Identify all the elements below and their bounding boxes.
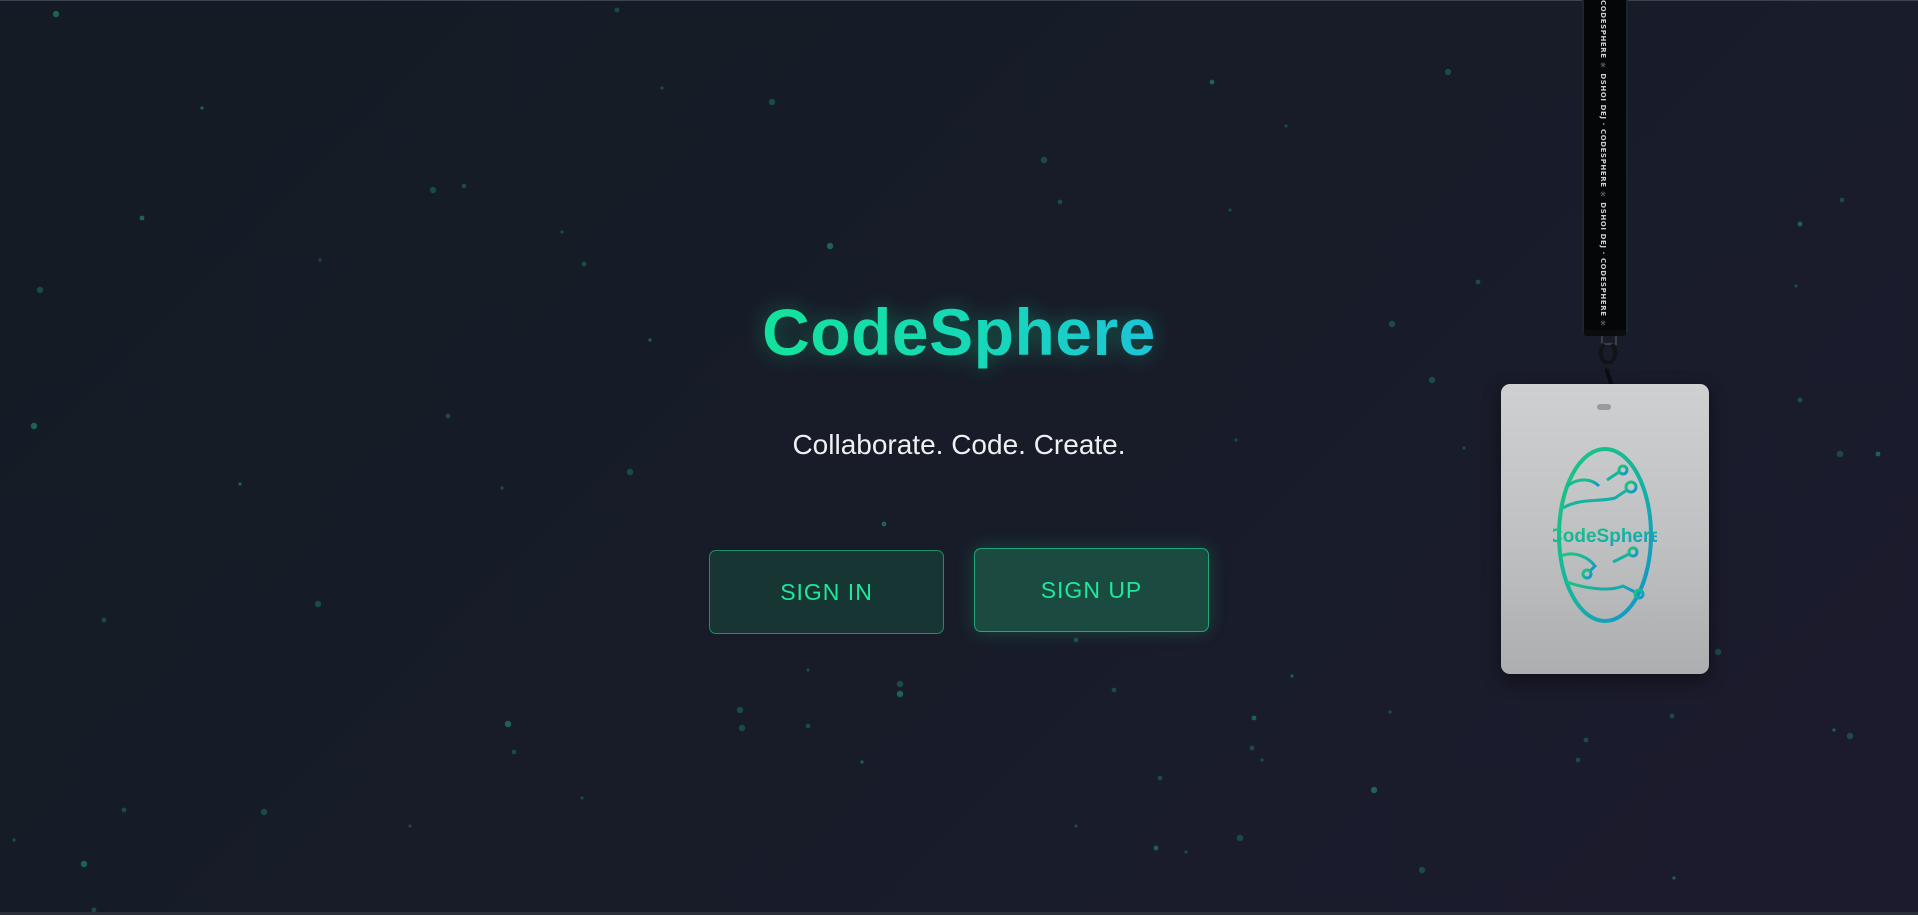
- star-dot: [806, 668, 810, 672]
- star-dot: [860, 760, 864, 764]
- star-dot: [896, 680, 904, 688]
- star-dot: [1157, 775, 1163, 781]
- star-dot: [1475, 279, 1481, 285]
- star-dot: [200, 106, 204, 110]
- star-dot: [121, 807, 127, 813]
- star-dot: [52, 10, 60, 18]
- star-dot: [80, 860, 88, 868]
- star-dot: [1153, 845, 1159, 851]
- star-dot: [500, 486, 504, 490]
- star-dot: [1797, 397, 1803, 403]
- star-dot: [1672, 876, 1676, 880]
- star-dot: [101, 617, 107, 623]
- star-dot: [580, 796, 584, 800]
- star-dot: [1669, 713, 1675, 719]
- lanyard-strap-text: CODESPHERE ☼ DSHOI DEJ · CODESPHERE ☼ DS…: [1599, 0, 1611, 332]
- star-dot: [1236, 834, 1244, 842]
- star-dot: [1290, 674, 1294, 678]
- star-dot: [614, 7, 620, 13]
- star-dot: [139, 215, 145, 221]
- star-dot: [1370, 786, 1378, 794]
- app-title-text: CodeSphere: [762, 295, 1156, 369]
- lanyard-strap-label: CODESPHERE ☼ DSHOI DEJ · CODESPHERE ☼ DS…: [1599, 0, 1607, 332]
- star-dot: [318, 258, 322, 262]
- star-dot: [768, 98, 776, 106]
- star-dot: [1388, 710, 1392, 714]
- star-dot: [1832, 728, 1836, 732]
- star-dot: [1184, 850, 1188, 854]
- star-dot: [1714, 648, 1722, 656]
- star-dot: [1251, 715, 1257, 721]
- star-dot: [881, 521, 887, 527]
- star-dot: [826, 242, 834, 250]
- codesphere-globe-logo-icon: CodeSphere: [1553, 447, 1657, 623]
- star-dot: [445, 413, 451, 419]
- star-dot: [736, 706, 744, 714]
- star-dot: [1444, 68, 1452, 76]
- star-dot: [1284, 124, 1288, 128]
- star-dot: [504, 720, 512, 728]
- star-dot: [1111, 687, 1117, 693]
- star-dot: [1797, 221, 1803, 227]
- star-dot: [1209, 79, 1215, 85]
- star-dot: [1074, 824, 1078, 828]
- star-dot: [1073, 637, 1079, 643]
- star-dot: [1228, 208, 1232, 212]
- star-dot: [429, 186, 437, 194]
- star-dot: [1040, 156, 1048, 164]
- lanyard-strap[interactable]: CODESPHERE ☼ DSHOI DEJ · CODESPHERE ☼ DS…: [1582, 0, 1628, 332]
- star-dot: [1249, 745, 1255, 751]
- star-dot: [511, 749, 517, 755]
- star-dot: [581, 261, 587, 267]
- star-dot: [560, 230, 564, 234]
- star-dot: [461, 183, 467, 189]
- star-dot: [314, 600, 322, 608]
- star-dot: [1583, 737, 1589, 743]
- star-dot: [12, 838, 16, 842]
- star-dot: [1057, 199, 1063, 205]
- star-dot: [238, 482, 242, 486]
- star-dot: [896, 690, 904, 698]
- star-dot: [260, 808, 268, 816]
- star-dot: [660, 86, 664, 90]
- badge-slot: [1597, 404, 1611, 410]
- star-dot: [738, 724, 746, 732]
- star-dot: [626, 468, 634, 476]
- sign-in-button[interactable]: SIGN IN: [709, 550, 944, 634]
- badge-logo-text: CodeSphere: [1553, 526, 1657, 547]
- star-dot: [1839, 197, 1845, 203]
- star-dot: [408, 824, 412, 828]
- sign-in-button-label: SIGN IN: [780, 578, 873, 605]
- sign-up-button[interactable]: SIGN UP: [974, 548, 1209, 632]
- star-dot: [1428, 376, 1436, 384]
- star-dot: [805, 723, 811, 729]
- star-dot: [1846, 732, 1854, 740]
- star-dot: [1794, 284, 1798, 288]
- sign-up-button-label: SIGN UP: [1040, 576, 1143, 603]
- star-dot: [1575, 757, 1581, 763]
- star-dot: [1418, 866, 1426, 874]
- id-badge-card[interactable]: CodeSphere: [1501, 384, 1709, 674]
- star-dot: [1260, 758, 1264, 762]
